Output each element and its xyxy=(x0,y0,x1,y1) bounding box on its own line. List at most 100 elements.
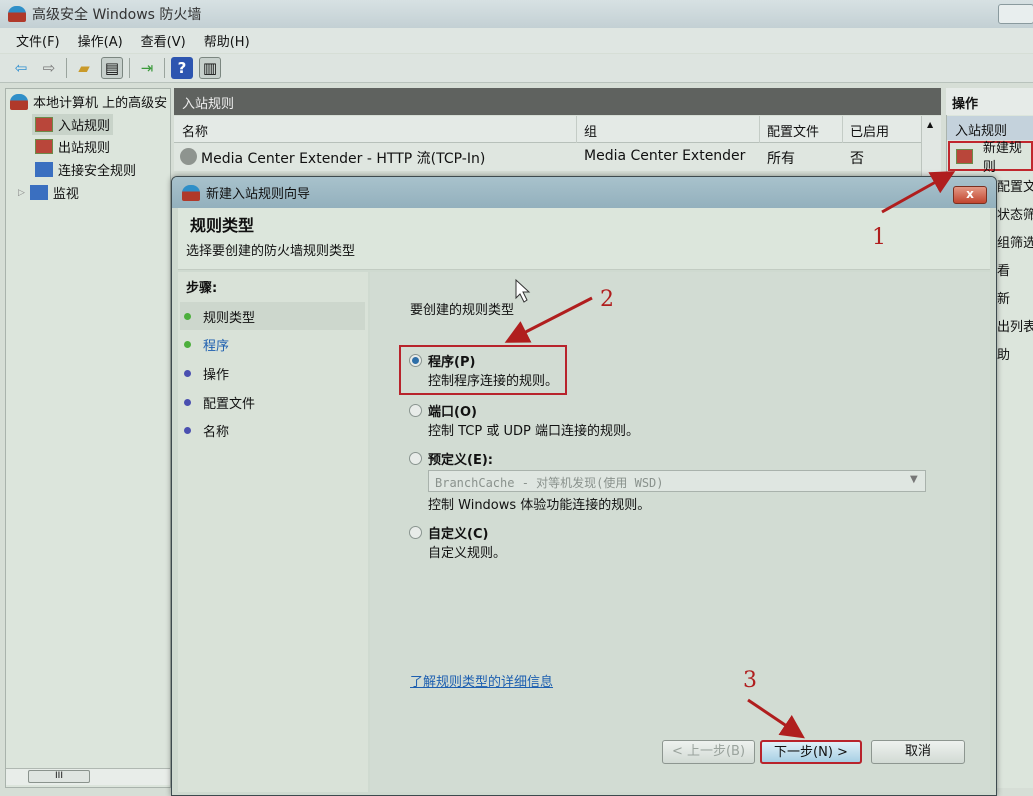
firewall-icon xyxy=(10,93,28,110)
action-item[interactable]: 新 xyxy=(997,288,1010,307)
next-button[interactable]: 下一步(N) > xyxy=(760,740,862,764)
step-label: 程序 xyxy=(203,338,230,354)
toolbar-divider xyxy=(66,58,67,78)
tree-label: 出站规则 xyxy=(58,141,111,156)
table-vertical-scrollbar[interactable]: ▲ xyxy=(921,116,941,176)
toolbar-divider xyxy=(129,58,130,78)
step-rule-type[interactable]: 规则类型 xyxy=(180,302,365,330)
page-subtitle: 选择要创建的防火墙规则类型 xyxy=(186,244,356,259)
action-item[interactable]: 状态筛 xyxy=(997,204,1033,223)
action-item[interactable]: 助 xyxy=(997,344,1010,363)
expand-icon[interactable]: ▷ xyxy=(18,188,25,198)
option-port-desc: 控制 TCP 或 UDP 端口连接的规则。 xyxy=(428,424,639,439)
annotation-highlight-box xyxy=(399,345,567,395)
radio-custom[interactable] xyxy=(409,526,422,539)
column-header-row: 名称 组 配置文件 已启用 xyxy=(174,116,921,143)
rule-name: Media Center Extender - HTTP 流(TCP-In) xyxy=(201,151,486,167)
table-row[interactable]: Media Center Extender - HTTP 流(TCP-In) M… xyxy=(174,143,921,171)
rule-type-prompt: 要创建的规则类型 xyxy=(410,303,515,318)
tree-item-inbound[interactable]: 入站规则 xyxy=(32,114,114,135)
firewall-icon xyxy=(8,6,26,22)
action-item[interactable]: 组筛选 xyxy=(997,232,1033,251)
tree-item-outbound[interactable]: 出站规则 xyxy=(35,137,110,156)
step-profile[interactable]: 配置文件 xyxy=(180,388,365,416)
option-custom-label[interactable]: 自定义(C) xyxy=(428,523,488,542)
option-port-label[interactable]: 端口(O) xyxy=(428,401,477,420)
option-predefined-label[interactable]: 预定义(E): xyxy=(428,449,493,468)
rule-group: Media Center Extender xyxy=(584,148,746,164)
step-name[interactable]: 名称 xyxy=(180,416,365,444)
step-action[interactable]: 操作 xyxy=(180,359,365,387)
column-divider[interactable] xyxy=(759,116,760,143)
option-custom-desc: 自定义规则。 xyxy=(428,546,507,561)
step-label: 名称 xyxy=(203,424,230,440)
step-dot-icon xyxy=(184,426,191,434)
scroll-up-icon[interactable]: ▲ xyxy=(927,120,933,129)
monitor-icon xyxy=(29,185,48,200)
annotation-number: 2 xyxy=(600,287,614,312)
export-icon[interactable]: ⇥ xyxy=(136,57,158,79)
show-hide-tree-icon[interactable]: ▤ xyxy=(101,57,123,79)
menu-help[interactable]: 帮助(H) xyxy=(204,31,250,50)
step-dot-icon xyxy=(184,312,191,320)
menu-view[interactable]: 查看(V) xyxy=(141,31,186,50)
show-hide-action-pane-icon[interactable]: ▥ xyxy=(199,57,221,79)
up-folder-icon[interactable]: ▰ xyxy=(73,57,95,79)
annotation-number: 3 xyxy=(743,668,757,693)
menu-file[interactable]: 文件(F) xyxy=(16,31,60,50)
outbound-rules-icon xyxy=(35,139,53,154)
inbound-rules-icon xyxy=(35,117,53,132)
new-rule-icon xyxy=(956,148,973,164)
firewall-icon xyxy=(182,184,200,201)
window-title: 高级安全 Windows 防火墙 xyxy=(32,7,202,23)
radio-port[interactable] xyxy=(409,404,422,417)
option-predefined-desc: 控制 Windows 体验功能连接的规则。 xyxy=(428,498,651,513)
step-label: 操作 xyxy=(203,367,230,383)
col-enabled[interactable]: 已启用 xyxy=(850,121,889,140)
col-group[interactable]: 组 xyxy=(584,121,597,140)
back-button[interactable]: < 上一步(B) xyxy=(662,740,755,764)
title-bar: 高级安全 Windows 防火墙 xyxy=(0,0,1033,28)
action-item[interactable]: 出列表 xyxy=(997,316,1033,335)
tree-label: 入站规则 xyxy=(58,119,111,134)
step-label: 规则类型 xyxy=(203,310,256,326)
help-icon[interactable]: ? xyxy=(171,57,193,79)
new-rule-action[interactable]: 新建规则 xyxy=(948,141,1033,175)
radio-predefined[interactable] xyxy=(409,452,422,465)
learn-more-link[interactable]: 了解规则类型的详细信息 xyxy=(410,671,553,690)
toolbar: ⇦ ⇨ ▰ ▤ ⇥ ? ▥ xyxy=(0,54,1033,83)
annotation-number: 1 xyxy=(872,225,886,250)
action-item[interactable]: 看 xyxy=(997,260,1010,279)
rule-profile: 所有 xyxy=(767,151,795,167)
step-label: 配置文件 xyxy=(203,396,256,412)
rule-enabled: 否 xyxy=(850,151,864,167)
step-program[interactable]: 程序 xyxy=(180,330,365,358)
menu-action[interactable]: 操作(A) xyxy=(78,31,123,50)
back-icon[interactable]: ⇦ xyxy=(10,57,32,79)
tree-root[interactable]: 本地计算机 上的高级安 xyxy=(10,92,167,111)
dialog-header xyxy=(178,208,990,270)
forward-icon[interactable]: ⇨ xyxy=(38,57,60,79)
step-dot-icon xyxy=(184,398,191,406)
tree-item-monitor[interactable]: ▷ 监视 xyxy=(18,183,79,202)
tree-item-connection-security[interactable]: 连接安全规则 xyxy=(35,160,136,179)
connection-security-icon xyxy=(35,162,53,177)
window-control-button[interactable] xyxy=(998,4,1033,24)
action-item[interactable]: 配置文 xyxy=(997,176,1033,195)
cancel-button[interactable]: 取消 xyxy=(871,740,965,764)
col-name[interactable]: 名称 xyxy=(182,121,208,140)
chevron-down-icon[interactable]: ▼ xyxy=(910,474,918,485)
dialog-title: 新建入站规则向导 xyxy=(206,187,311,202)
toolbar-divider xyxy=(164,58,165,78)
page-title: 规则类型 xyxy=(190,216,255,235)
action-label: 新建规则 xyxy=(982,141,1022,175)
close-button[interactable]: x xyxy=(953,186,987,204)
dialog-title-bar[interactable]: 新建入站规则向导 xyxy=(172,177,996,208)
actions-header: 操作 xyxy=(946,88,1033,115)
predefined-select[interactable]: BranchCache - 对等机发现(使用 WSD) xyxy=(428,470,926,492)
column-divider[interactable] xyxy=(576,116,577,143)
column-divider[interactable] xyxy=(842,116,843,143)
col-profile[interactable]: 配置文件 xyxy=(767,121,819,140)
menu-bar: 文件(F) 操作(A) 查看(V) 帮助(H) xyxy=(0,28,1033,53)
scrollbar-thumb[interactable]: III xyxy=(28,770,90,783)
